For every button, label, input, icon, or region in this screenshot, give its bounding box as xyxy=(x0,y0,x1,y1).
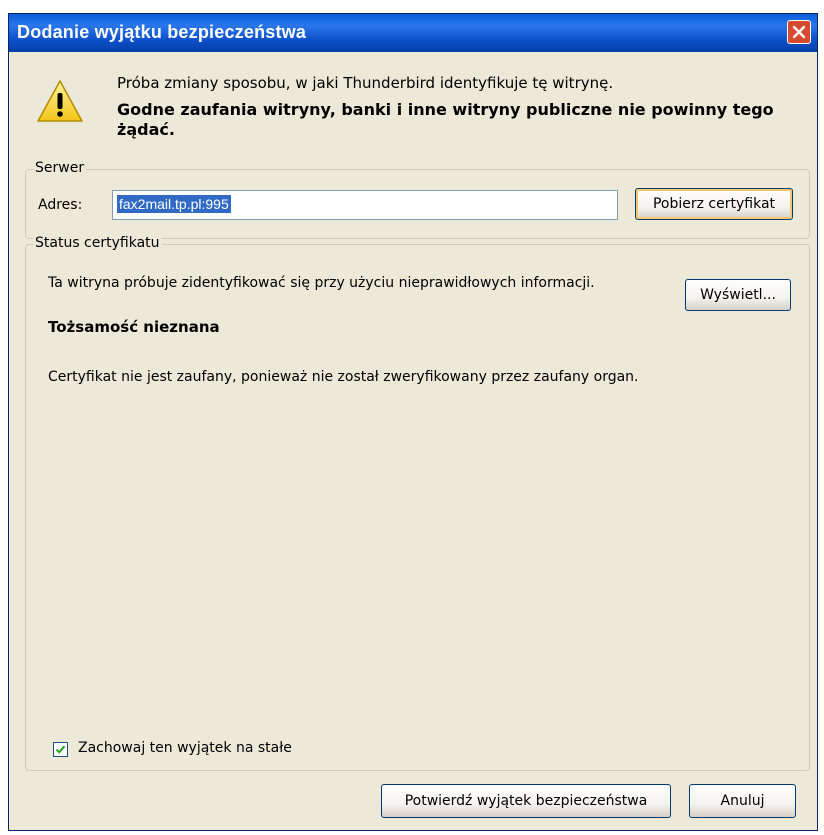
intro-line-1: Próba zmiany sposobu, w jaki Thunderbird… xyxy=(117,74,614,92)
intro-text: Próba zmiany sposobu, w jaki Thunderbird… xyxy=(117,74,787,140)
address-value: fax2mail.tp.pl:995 xyxy=(117,195,231,213)
status-message: Ta witryna próbuje zidentyfikować się pr… xyxy=(48,275,595,291)
checkmark-icon xyxy=(55,745,66,754)
warning-icon xyxy=(37,80,83,122)
permanent-exception-checkbox[interactable] xyxy=(53,742,68,757)
confirm-exception-button[interactable]: Potwierdź wyjątek bezpieczeństwa xyxy=(381,784,671,818)
window-title: Dodanie wyjątku bezpieczeństwa xyxy=(17,22,307,42)
get-certificate-label: Pobierz certyfikat xyxy=(652,196,776,212)
cancel-button[interactable]: Anuluj xyxy=(689,784,796,818)
intro-warning: Godne zaufania witryny, banki i inne wit… xyxy=(117,100,774,139)
address-input[interactable]: fax2mail.tp.pl:995 xyxy=(112,190,618,220)
confirm-exception-label: Potwierdź wyjątek bezpieczeństwa xyxy=(404,793,648,809)
view-certificate-label: Wyświetl... xyxy=(700,287,776,303)
title-bar[interactable]: Dodanie wyjątku bezpieczeństwa xyxy=(9,14,817,52)
close-icon xyxy=(792,25,806,39)
permanent-exception-label[interactable]: Zachowaj ten wyjątek na stałe xyxy=(78,740,292,756)
identity-heading: Tożsamość nieznana xyxy=(48,318,220,336)
address-label: Adres: xyxy=(38,197,83,213)
status-legend: Status certyfikatu xyxy=(33,235,162,251)
view-certificate-button[interactable]: Wyświetl... xyxy=(685,279,791,311)
server-legend: Serwer xyxy=(33,160,87,176)
close-button[interactable] xyxy=(787,20,811,44)
cancel-label: Anuluj xyxy=(720,793,765,809)
get-certificate-button[interactable]: Pobierz certyfikat xyxy=(635,188,793,220)
identity-detail: Certyfikat nie jest zaufany, ponieważ ni… xyxy=(48,369,639,385)
security-exception-dialog: Dodanie wyjątku bezpieczeństwa Próba zmi… xyxy=(8,13,818,831)
